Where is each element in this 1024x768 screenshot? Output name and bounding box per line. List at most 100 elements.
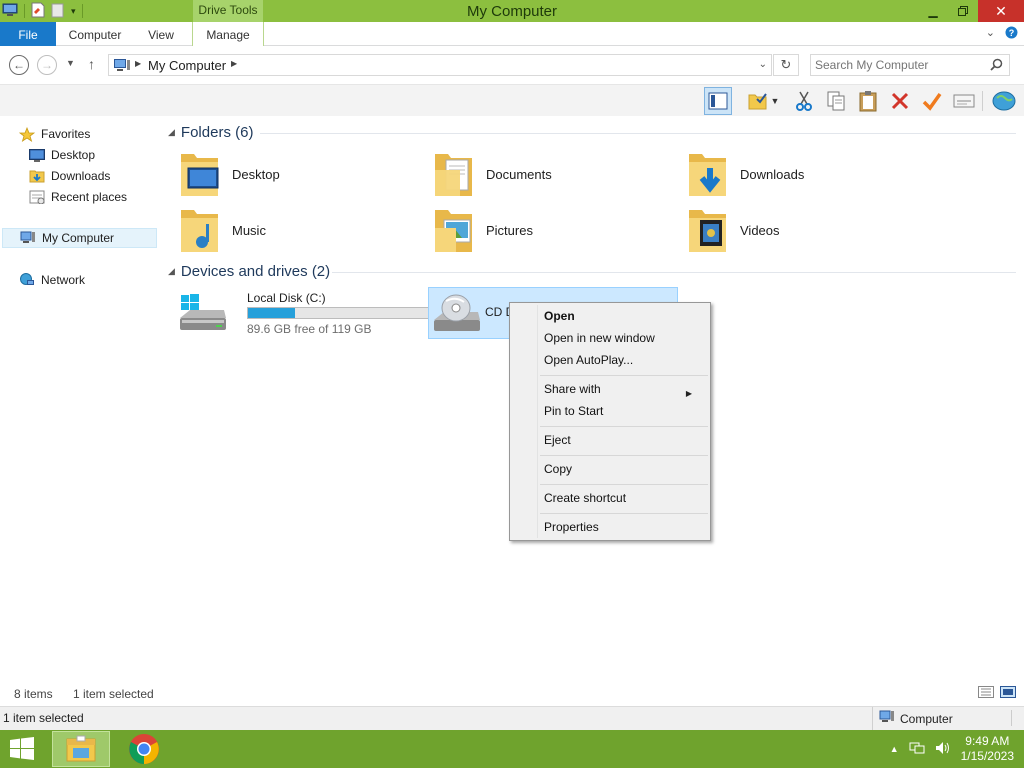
forward-arrow-icon: → [41,58,53,72]
close-icon: ✕ [995,2,1007,19]
tab-view[interactable]: View [134,22,188,46]
nav-item-label: Downloads [51,169,111,183]
breadcrumb-chevron-icon[interactable]: ▶ [231,59,237,68]
delete-button[interactable] [886,87,914,115]
tab-manage[interactable]: Manage [192,22,264,46]
network-status-icon[interactable] [909,741,925,758]
back-button[interactable]: ← [9,55,29,75]
recent-locations-icon[interactable]: ▼ [66,58,75,68]
title-bar: ▾ Drive Tools My Computer ▁ ✕ [0,0,1024,22]
restore-icon [958,6,968,16]
taskbar-file-explorer[interactable] [52,731,110,767]
start-button[interactable] [6,736,38,762]
maximize-button[interactable] [948,0,978,22]
folder-downloads[interactable]: Downloads [686,148,926,200]
globe-button[interactable] [990,87,1018,115]
menu-item-pin-to-start[interactable]: Pin to Start [544,402,704,420]
folders-group-header[interactable]: ◢ Folders (6) [168,124,253,141]
menu-item-share-with[interactable]: Share with ▶ [544,380,704,398]
menu-item-create-shortcut[interactable]: Create shortcut [544,489,704,507]
window-controls: ▁ ✕ [918,0,1024,22]
details-bar: 1 item selected Computer [0,706,1024,730]
devices-group-header[interactable]: ◢ Devices and drives (2) [168,263,330,280]
breadcrumb[interactable]: My Computer [148,58,226,73]
drive-free-space: 89.6 GB free of 119 GB [247,322,372,336]
folder-pictures[interactable]: Pictures [432,204,672,256]
properties-card-icon [953,94,975,108]
show-hidden-icons-icon[interactable]: ▲ [890,744,899,754]
minimize-button[interactable]: ▁ [918,0,948,22]
folder-label: Music [232,222,266,238]
desktop-icon [29,148,45,162]
nav-favorites-label: Favorites [41,127,91,141]
computer-icon [113,58,131,75]
menu-item-open-new-window[interactable]: Open in new window [544,329,704,347]
menu-separator [540,484,708,485]
close-button[interactable]: ✕ [978,0,1024,22]
clock[interactable]: 9:49 AM 1/15/2023 [961,734,1014,764]
computer-icon [20,231,36,245]
refresh-button[interactable]: ↻ [773,54,799,76]
expand-ribbon-icon[interactable]: ⌄ [986,26,995,42]
clipboard-icon [859,91,877,112]
music-folder-icon [181,210,218,252]
paste-button[interactable] [854,87,882,115]
drive-label: Local Disk (C:) [247,291,326,305]
menu-item-properties[interactable]: Properties [544,518,704,536]
zone-label: Computer [900,711,953,726]
help-icon[interactable]: ? [1005,26,1018,42]
window-title: My Computer [466,3,558,20]
drive-local-c[interactable]: Local Disk (C:) 89.6 GB free of 119 GB [176,288,435,340]
select-dropdown-icon[interactable]: ▼ [768,87,782,115]
context-menu: Open Open in new window Open AutoPlay...… [509,302,711,541]
cut-button[interactable] [790,87,818,115]
network-icon [19,273,35,287]
taskbar-chrome[interactable] [116,731,172,767]
details-selection-text: 1 item selected [3,711,84,725]
menu-item-open[interactable]: Open [544,307,704,325]
back-arrow-icon: ← [13,58,25,72]
tab-computer[interactable]: Computer [58,22,132,46]
address-bar[interactable]: ▶ My Computer ▶ ⌄ [108,54,772,76]
windows-logo-icon [10,737,34,760]
desktop-folder-icon [181,154,219,196]
resize-grip[interactable] [1011,710,1021,726]
system-tray: ▲ 9:49 AM 1/15/2023 [890,733,1014,765]
folder-videos[interactable]: Videos [686,204,926,256]
collapse-chevron-icon[interactable]: ◢ [168,127,175,138]
search-input[interactable] [815,57,985,73]
volume-icon[interactable] [935,741,951,758]
downloads-folder-icon [29,169,45,183]
folder-desktop[interactable]: Desktop [178,148,418,200]
clock-time: 9:49 AM [965,734,1010,748]
copy-button[interactable] [822,87,850,115]
context-menu-gutter [537,305,538,538]
tab-file[interactable]: File [0,22,56,46]
rename-button[interactable] [918,87,946,115]
breadcrumb-separator-icon[interactable]: ▶ [135,59,141,68]
nav-item-my-computer[interactable]: My Computer [2,228,157,248]
details-view-icon[interactable] [978,686,994,701]
search-box[interactable] [810,54,1010,76]
up-arrow-icon[interactable]: ↑ [88,56,95,72]
menu-item-copy[interactable]: Copy [544,460,704,478]
nav-favorites[interactable]: Favorites [19,124,175,144]
large-icons-view-icon[interactable] [1000,686,1016,701]
menu-item-label: Share with [544,382,601,396]
menu-item-open-autoplay[interactable]: Open AutoPlay... [544,351,704,369]
folder-music[interactable]: Music [178,204,418,256]
properties-button[interactable] [950,87,978,115]
scissors-icon [796,91,812,111]
preview-pane-button[interactable] [704,87,732,115]
search-icon[interactable] [990,58,1003,74]
nav-item-label: Recent places [51,190,128,204]
copy-icon [827,91,845,111]
zone-indicator: Computer [872,707,953,730]
folder-documents[interactable]: Documents [432,148,672,200]
forward-button[interactable]: → [37,55,57,75]
nav-item-network[interactable]: Network [19,270,175,290]
address-dropdown-icon[interactable]: ⌄ [759,59,767,70]
collapse-chevron-icon[interactable]: ◢ [168,266,175,277]
recent-places-icon [29,190,45,204]
menu-item-eject[interactable]: Eject [544,431,704,449]
